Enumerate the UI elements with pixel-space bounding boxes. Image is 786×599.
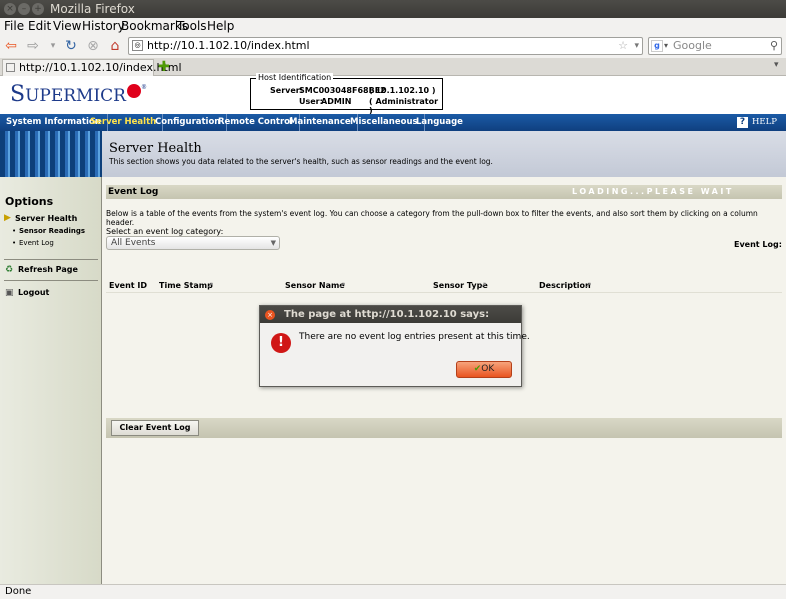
page-banner: Server Health This section shows you dat… <box>0 131 786 177</box>
loading-indicator: LOADING...PLEASE WAIT <box>572 187 734 196</box>
menu-edit[interactable]: Edit <box>28 19 51 33</box>
column-sensor-name[interactable]: Sensor Name <box>285 281 345 290</box>
event-log-description: Below is a table of the events from the … <box>106 209 758 227</box>
server-label: Server: <box>270 86 303 95</box>
event-log-title: Event Log <box>108 187 159 197</box>
sidebar-bullet-icon: • <box>12 239 17 247</box>
tab-favicon-icon <box>6 63 15 72</box>
logout-link[interactable]: Logout <box>18 288 49 297</box>
sidebar-divider <box>4 280 98 281</box>
close-window-icon[interactable]: × <box>4 3 16 15</box>
status-text: Done <box>5 586 32 597</box>
menu-file[interactable]: File <box>4 19 24 33</box>
column-description[interactable]: Description <box>539 281 591 290</box>
sidebar-sensor-readings[interactable]: Sensor Readings <box>19 227 85 235</box>
reload-icon[interactable]: ↻ <box>62 38 80 54</box>
category-select[interactable]: All Events ▼ <box>106 236 280 250</box>
event-log-count-label: Event Log: <box>734 240 782 249</box>
supermicro-logo: SUPERMICR ® <box>10 82 147 107</box>
search-bar[interactable]: g ▾ Google ⚲ <box>648 37 782 55</box>
ok-button[interactable]: ✔OK <box>456 361 512 378</box>
refresh-page-link[interactable]: Refresh Page <box>18 265 78 274</box>
event-table-header: Event ID Time Stamp ↗ Sensor Name ↗ Sens… <box>106 281 782 293</box>
user-label: User: <box>299 97 323 106</box>
dialog-close-icon[interactable]: × <box>265 310 275 320</box>
section-arrow-icon: ▶ <box>4 213 11 223</box>
logo-dot-icon <box>126 84 141 98</box>
minimize-window-icon[interactable]: – <box>18 3 30 15</box>
dialog-message: There are no event log entries present a… <box>299 332 530 342</box>
back-icon[interactable]: ⇦ <box>2 38 20 54</box>
sidebar-bullet-icon: • <box>12 227 17 235</box>
page-identity-icon[interactable]: ◎ <box>132 40 143 51</box>
main-navigation: System Information Server Health Configu… <box>0 114 786 131</box>
url-dropdown-icon[interactable]: ▾ <box>634 38 639 54</box>
nav-language[interactable]: Language <box>410 114 469 131</box>
menu-history[interactable]: History <box>82 19 125 33</box>
sort-icon[interactable]: ↗ <box>480 281 487 290</box>
url-bar[interactable]: ◎ http://10.1.102.10/index.html ☆ ▾ <box>128 37 643 55</box>
options-sidebar: Options ▶ Server Health • Sensor Reading… <box>0 177 102 584</box>
dialog-title: The page at http://10.1.102.10 says: <box>260 306 521 323</box>
sidebar-divider <box>4 259 98 260</box>
stop-icon[interactable]: ⊗ <box>84 38 102 54</box>
window-titlebar: × – + Mozilla Firefox <box>0 0 786 18</box>
help-icon[interactable]: ? <box>737 117 748 128</box>
server-ip: ( 10.1.102.10 ) <box>369 86 436 95</box>
ok-label: OK <box>481 364 495 374</box>
user-value: ADMIN <box>321 97 352 106</box>
event-log-header: Event Log LOADING...PLEASE WAIT <box>106 185 782 199</box>
menu-view[interactable]: View <box>53 19 81 33</box>
server-rack-image <box>0 131 102 177</box>
url-text: http://10.1.102.10/index.html <box>147 39 310 52</box>
sidebar-server-health[interactable]: Server Health <box>15 214 77 223</box>
history-dropdown-icon[interactable]: ▾ <box>44 38 62 54</box>
sort-icon[interactable]: ↗ <box>339 281 346 290</box>
error-icon: ! <box>271 333 291 353</box>
maximize-window-icon[interactable]: + <box>32 3 44 15</box>
category-label: Select an event log category: <box>106 227 224 236</box>
tab-list-icon[interactable]: ▾ <box>774 60 779 70</box>
search-placeholder: Google <box>673 39 712 52</box>
host-identification: Host Identification Server: SMC003048F68… <box>250 73 443 115</box>
host-legend: Host Identification <box>256 73 334 82</box>
chevron-down-icon: ▼ <box>270 239 276 247</box>
help-link[interactable]: HELP <box>752 114 777 131</box>
window-title: Mozilla Firefox <box>50 2 135 16</box>
google-engine-icon[interactable]: g <box>651 40 663 52</box>
search-icon[interactable]: ⚲ <box>770 38 778 54</box>
sort-icon[interactable]: ↗ <box>207 281 214 290</box>
page-title: Server Health <box>109 141 202 156</box>
column-event-id[interactable]: Event ID <box>109 281 147 290</box>
status-bar: Done <box>0 584 786 599</box>
sidebar-event-log[interactable]: Event Log <box>19 239 54 247</box>
refresh-icon: ♻ <box>5 265 14 275</box>
logout-icon: ▣ <box>5 288 14 298</box>
bookmark-star-icon[interactable]: ☆ <box>618 38 628 54</box>
menu-bar: File Edit View History Bookmarks Tools H… <box>0 18 786 34</box>
category-select-value: All Events <box>111 238 156 248</box>
forward-icon[interactable]: ⇨ <box>24 38 42 54</box>
engine-dropdown-icon[interactable]: ▾ <box>664 38 668 54</box>
clear-event-log-button[interactable]: Clear Event Log <box>111 420 199 436</box>
event-log-footer <box>106 418 782 438</box>
tab-main[interactable]: http://10.1.102.10/index.html <box>2 59 182 76</box>
user-role: ( Administrator ) <box>369 97 439 115</box>
menu-help[interactable]: Help <box>207 19 234 33</box>
options-heading: Options <box>5 195 54 208</box>
sort-icon[interactable]: ↗ <box>585 281 592 290</box>
column-time-stamp[interactable]: Time Stamp <box>159 281 213 290</box>
page-subtitle: This section shows you data related to t… <box>109 157 493 166</box>
home-icon[interactable]: ⌂ <box>106 38 124 54</box>
menu-tools[interactable]: Tools <box>177 19 207 33</box>
new-tab-icon[interactable]: ✚ <box>158 59 170 75</box>
